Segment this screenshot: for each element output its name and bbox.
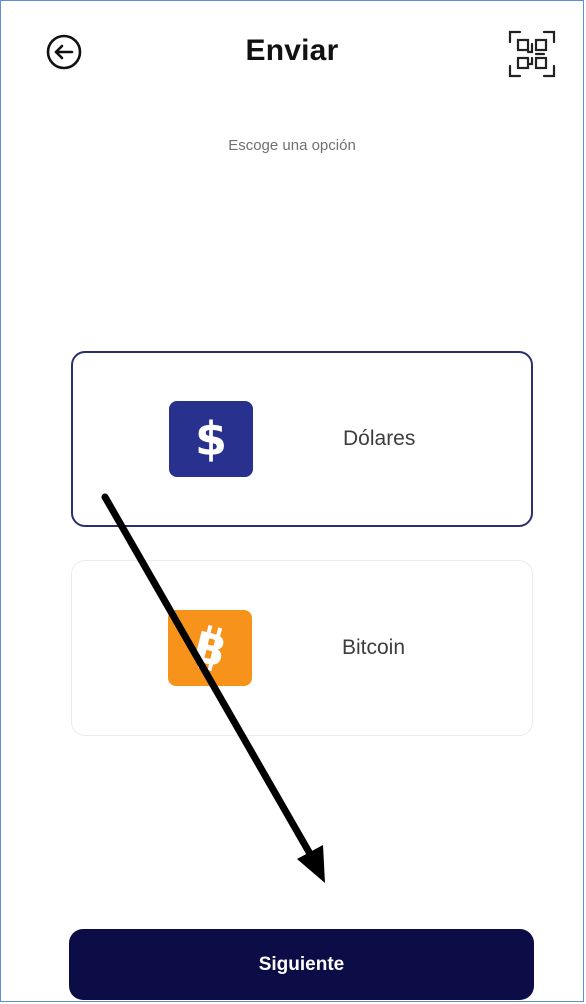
option-card-dollars[interactable]: $ Dólares bbox=[71, 351, 533, 527]
page-subtitle: Escoge una opción bbox=[228, 137, 356, 154]
bitcoin-glyph: B bbox=[188, 622, 231, 677]
svg-text:B: B bbox=[188, 622, 231, 677]
svg-text:$: $ bbox=[195, 412, 227, 466]
option-label-bitcoin: Bitcoin bbox=[342, 636, 406, 659]
option-label-dollars: Dólares bbox=[343, 427, 416, 450]
qr-scan-button[interactable] bbox=[506, 28, 558, 80]
page-title: Enviar bbox=[245, 34, 339, 67]
qr-scan-icon bbox=[508, 30, 556, 78]
dollar-icon: $ bbox=[169, 401, 253, 477]
next-button[interactable]: Siguiente bbox=[69, 929, 534, 1000]
dollar-glyph: $ bbox=[195, 412, 227, 466]
option-card-bitcoin[interactable]: B Bitcoin bbox=[71, 560, 533, 736]
bitcoin-icon: B bbox=[168, 610, 252, 686]
app-screen: Enviar Escoge una opción $ Dólares B Bit… bbox=[0, 0, 584, 1002]
